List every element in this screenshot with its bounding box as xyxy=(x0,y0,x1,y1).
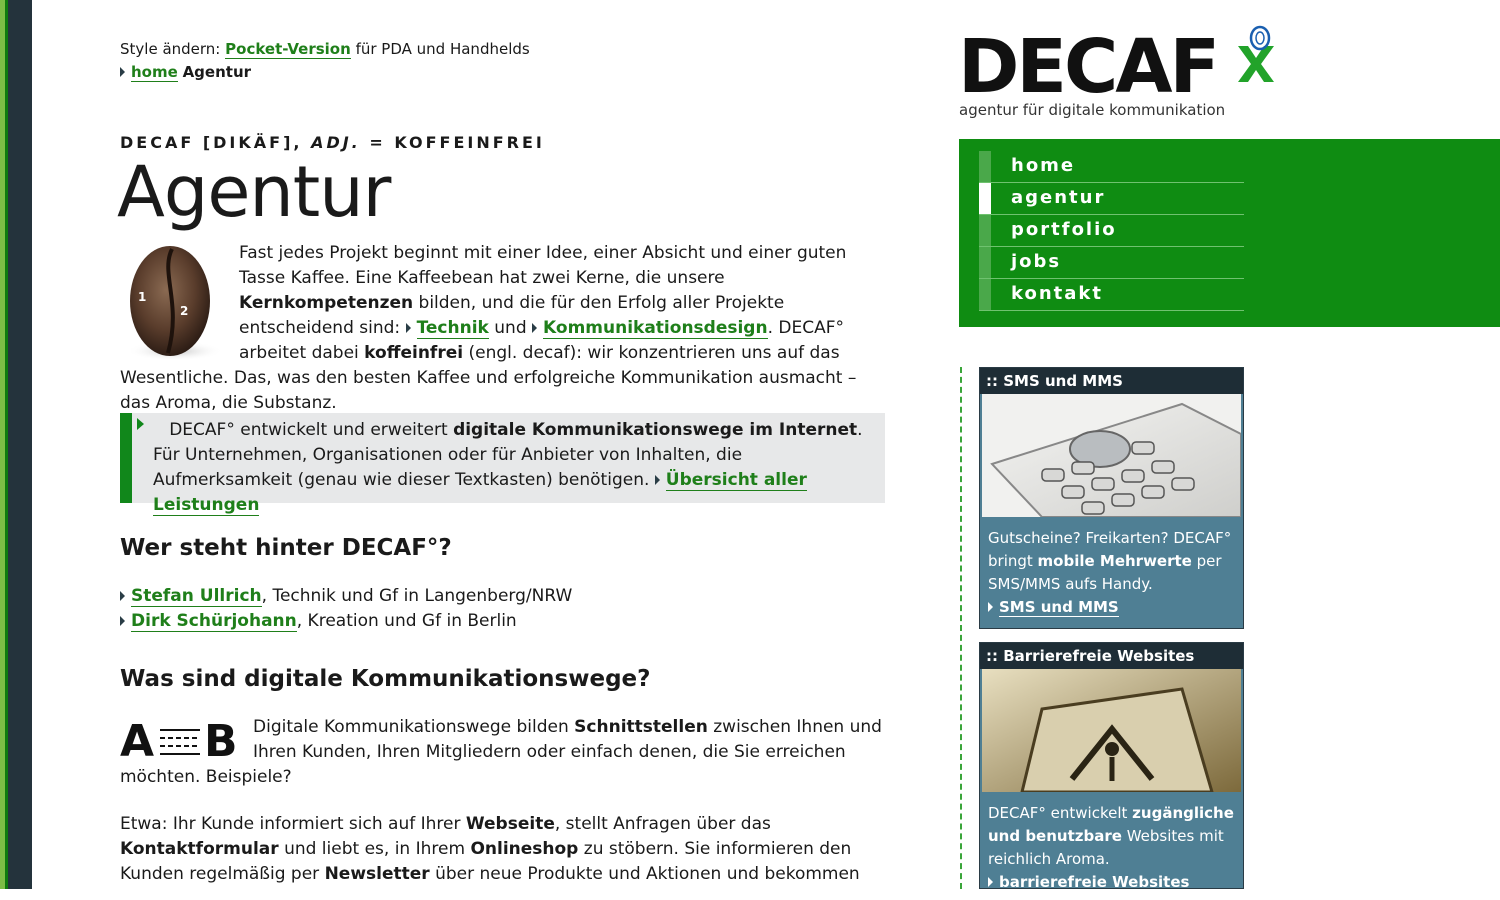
logo-wordmark: DECAF xyxy=(958,24,1220,110)
sidebar-box-sms: :: SMS und MMS Gutscheine? Freikarten? D… xyxy=(979,367,1244,629)
arrow-right-icon xyxy=(120,67,125,77)
barrierefreie-websites-link[interactable]: barrierefreie Websites xyxy=(999,873,1190,892)
arrow-right-icon xyxy=(988,877,993,887)
nav-item-jobs[interactable]: jobs xyxy=(979,247,1244,279)
sms-mms-link[interactable]: SMS und MMS xyxy=(999,598,1119,617)
arrow-right-icon xyxy=(120,591,125,601)
nav-item-portfolio[interactable]: portfolio xyxy=(979,215,1244,247)
list-item: Dirk Schürjohann, Kreation und Gf in Ber… xyxy=(120,609,572,634)
mobile-phone-image xyxy=(982,394,1242,518)
accessibility-key-image xyxy=(982,669,1241,794)
box-title: :: Barrierefreie Websites xyxy=(980,643,1243,669)
nav-item-home[interactable]: home xyxy=(979,151,1244,183)
logo-tagline: agentur für digitale kommunikation xyxy=(959,101,1226,119)
arrow-right-icon xyxy=(405,323,411,333)
pocket-version-link[interactable]: Pocket-Version xyxy=(225,40,351,59)
sidebar-divider xyxy=(960,367,962,889)
a-to-b-icon: A B xyxy=(120,718,238,760)
who-heading: Wer steht hinter DECAF°? xyxy=(120,535,452,561)
decaf-x-logo-icon xyxy=(1238,25,1274,82)
sidebar-box-accessibility: :: Barrierefreie Websites DECAF° entwick… xyxy=(979,642,1244,892)
person-link-dirk-schuerjohann[interactable]: Dirk Schürjohann xyxy=(131,611,297,632)
nav-item-agentur[interactable]: agentur xyxy=(979,183,1244,215)
nav-item-kontakt[interactable]: kontakt xyxy=(979,279,1244,311)
breadcrumb-home-link[interactable]: home xyxy=(131,63,178,82)
left-border-bar xyxy=(0,0,32,889)
coffee-bean-image: 1 2 xyxy=(127,246,223,361)
arrow-right-icon xyxy=(120,616,125,626)
box-title: :: SMS und MMS xyxy=(980,368,1243,394)
person-link-stefan-ullrich[interactable]: Stefan Ullrich xyxy=(131,586,262,607)
svg-text:A: A xyxy=(120,718,154,760)
bean-label-1: 1 xyxy=(138,290,146,304)
main-navigation: home agentur portfolio jobs kontakt xyxy=(959,139,1500,327)
arrow-right-icon xyxy=(532,323,538,333)
what-paragraph: A B Digitale Kommunikationswege bilden S… xyxy=(120,717,882,787)
svg-text:B: B xyxy=(204,718,238,760)
people-list: Stefan Ullrich, Technik und Gf in Langen… xyxy=(120,584,572,634)
example-paragraph: Etwa: Ihr Kunde informiert sich auf Ihre… xyxy=(120,814,860,884)
top-links: Style ändern: Pocket-Version für PDA und… xyxy=(120,38,530,84)
what-heading: Was sind digitale Kommunikationswege? xyxy=(120,666,651,692)
breadcrumb-current: Agentur xyxy=(182,63,252,81)
page-title: Agentur xyxy=(117,151,391,233)
decaf-logo[interactable]: DECAF agentur für digitale kommunikation xyxy=(958,22,1288,122)
arrow-right-icon xyxy=(137,418,144,430)
style-switch-prefix: Style ändern: xyxy=(120,40,221,58)
style-switch-suffix: für PDA und Handhelds xyxy=(355,40,530,58)
services-callout: DECAF° entwickelt und erweitert digitale… xyxy=(120,413,885,516)
list-item: Stefan Ullrich, Technik und Gf in Langen… xyxy=(120,584,572,609)
arrow-right-icon xyxy=(654,475,660,485)
bean-label-2: 2 xyxy=(180,304,188,318)
callout-bar xyxy=(120,413,144,503)
arrow-right-icon xyxy=(988,602,993,612)
kommunikationsdesign-link[interactable]: Kommunikationsdesign xyxy=(543,318,768,339)
intro-paragraph: 1 2 Fast jedes Projekt beginnt mit einer… xyxy=(120,243,857,413)
technik-link[interactable]: Technik xyxy=(416,318,489,339)
